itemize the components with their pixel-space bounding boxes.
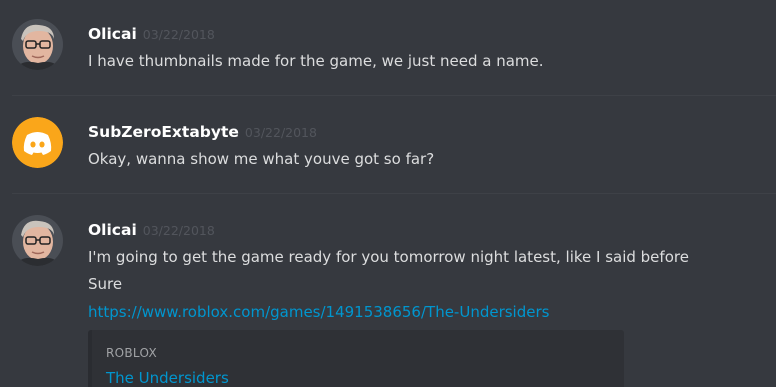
message-link[interactable]: https://www.roblox.com/games/1491538656/… — [88, 303, 549, 321]
chat-messages: Olicai 03/22/2018 I have thumbnails made … — [0, 0, 776, 387]
username[interactable]: Olicai — [88, 221, 137, 239]
message-text: I'm going to get the game ready for you … — [88, 248, 689, 266]
person-avatar-icon[interactable] — [12, 215, 63, 266]
embed-title-link[interactable]: The Undersiders — [106, 369, 229, 387]
username[interactable]: SubZeroExtabyte — [88, 123, 239, 141]
message-divider — [12, 95, 776, 96]
discord-logo-icon[interactable] — [12, 117, 63, 168]
username[interactable]: Olicai — [88, 25, 137, 43]
message-text: Okay, wanna show me what youve got so fa… — [88, 150, 435, 168]
message-divider — [12, 193, 776, 194]
link-embed: ROBLOX The Undersiders — [88, 330, 624, 387]
message-text: I have thumbnails made for the game, we … — [88, 52, 544, 70]
message-header: SubZeroExtabyte 03/22/2018 — [88, 122, 317, 144]
person-avatar-icon[interactable] — [12, 19, 63, 70]
timestamp: 03/22/2018 — [142, 27, 215, 42]
message-text: Sure — [88, 275, 123, 293]
message-link-line: https://www.roblox.com/games/1491538656/… — [88, 302, 549, 322]
message-header: Olicai 03/22/2018 — [88, 220, 215, 242]
timestamp: 03/22/2018 — [142, 223, 215, 238]
embed-provider: ROBLOX — [106, 346, 157, 360]
message-header: Olicai 03/22/2018 — [88, 24, 215, 46]
timestamp: 03/22/2018 — [244, 125, 317, 140]
